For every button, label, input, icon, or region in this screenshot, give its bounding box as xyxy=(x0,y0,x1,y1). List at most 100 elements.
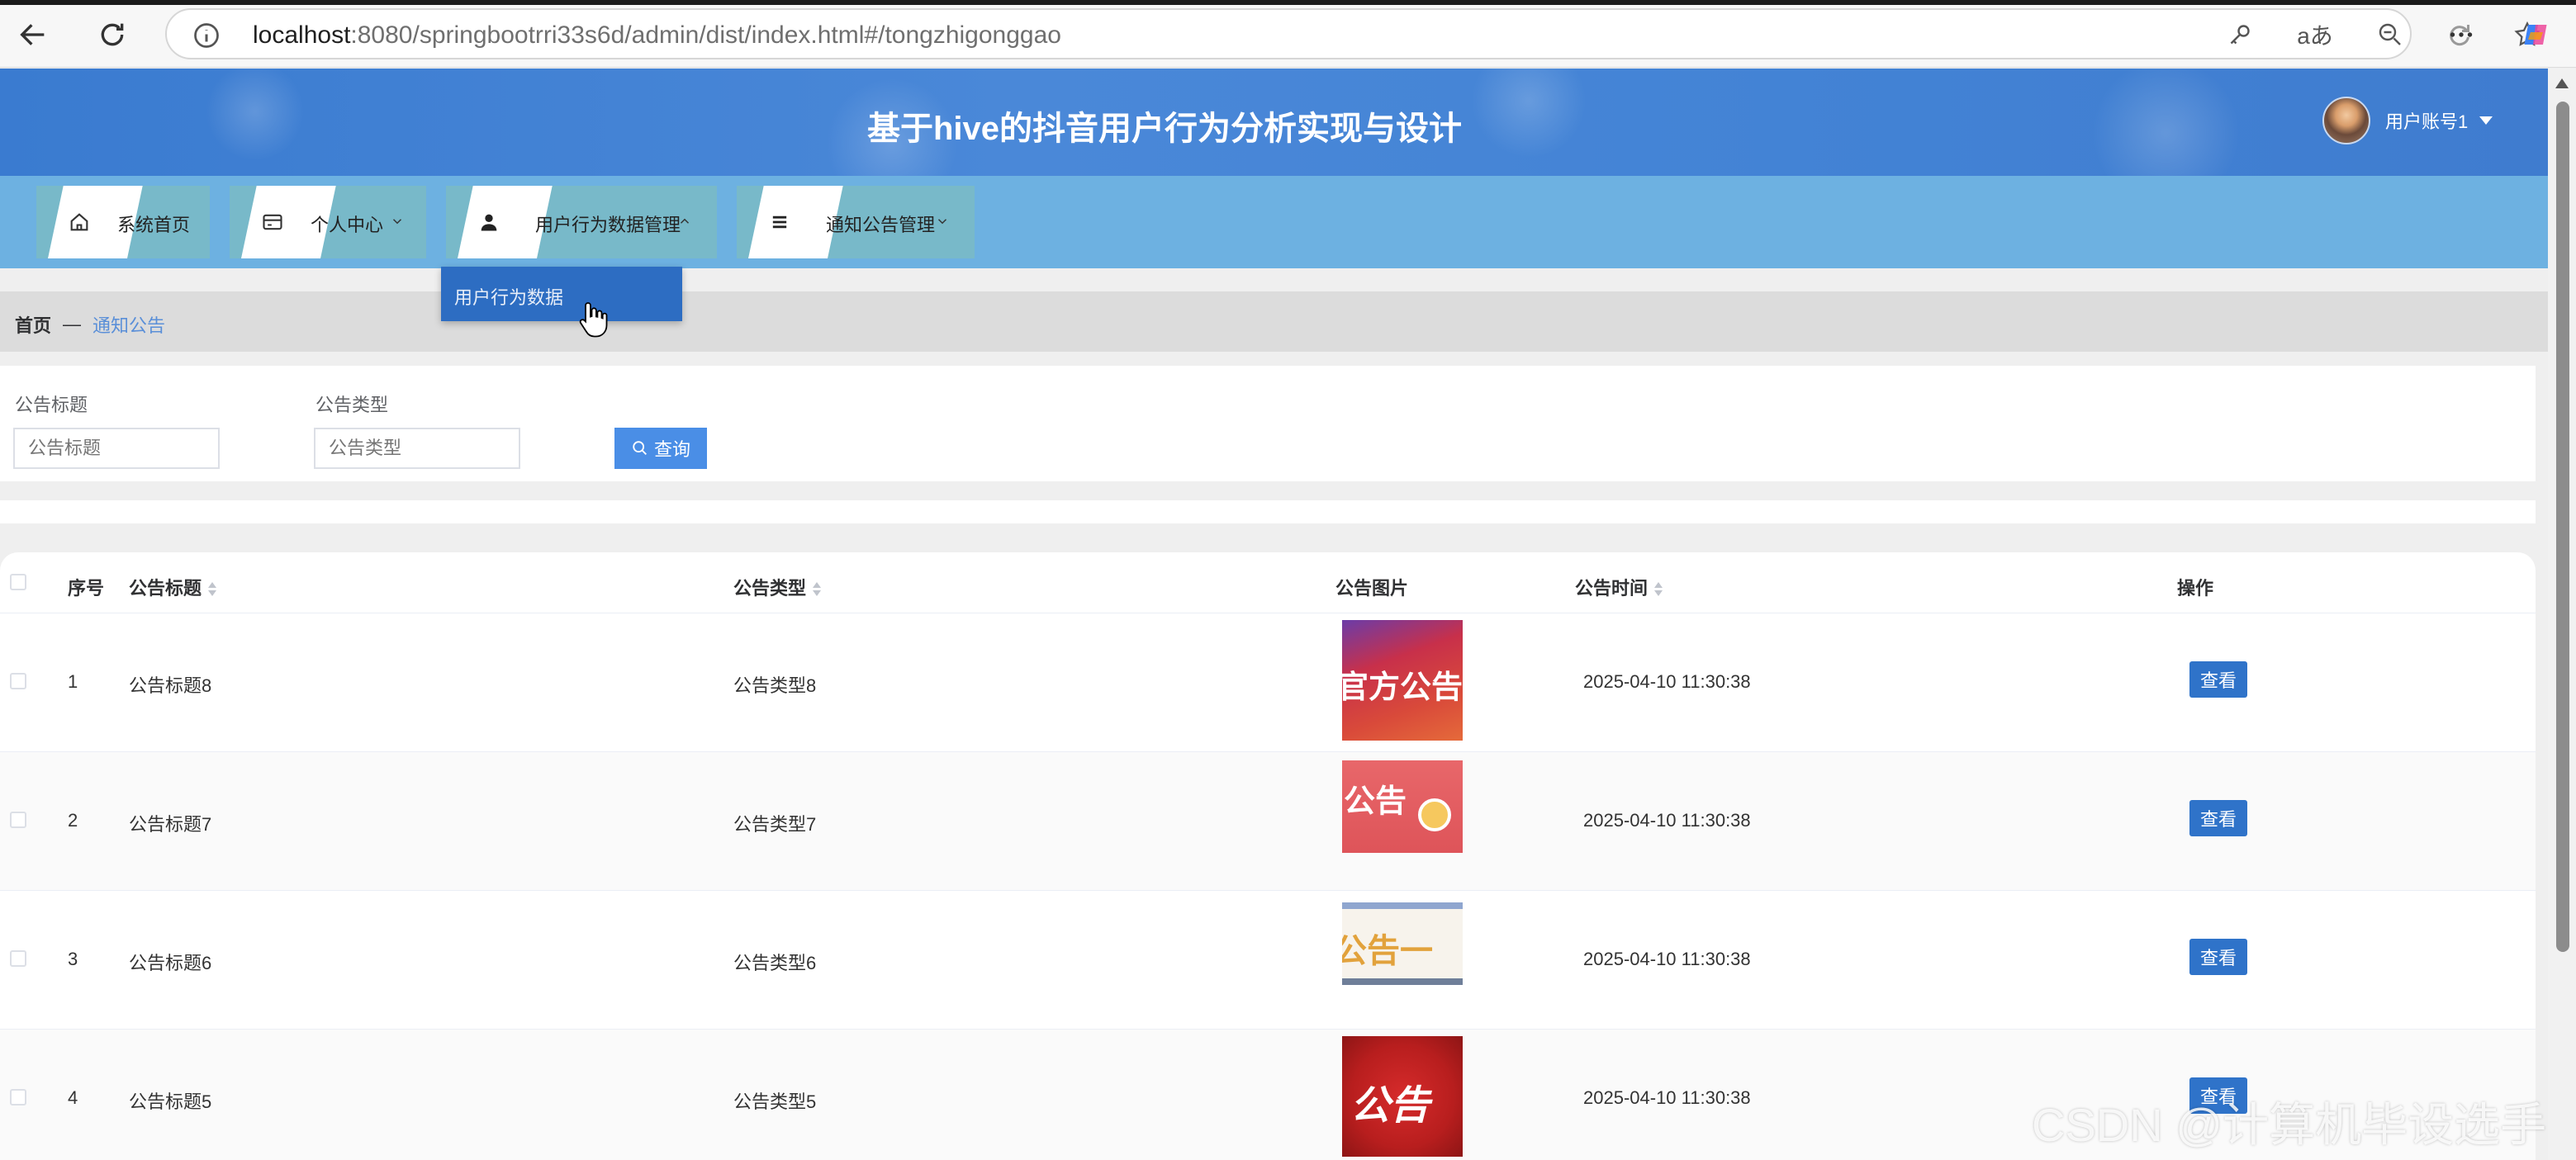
arrow-left-icon xyxy=(20,24,45,45)
view-button[interactable]: 查看 xyxy=(2189,939,2247,975)
type-search-input[interactable] xyxy=(314,428,520,469)
notice-image-text: 公告 xyxy=(1344,784,1407,819)
breadcrumb-trail: 首页 — 通知公告 xyxy=(15,311,165,338)
row-time: 2025-04-10 11:30:38 xyxy=(1583,1087,1751,1108)
back-button[interactable] xyxy=(10,12,56,58)
reload-button[interactable] xyxy=(89,12,135,58)
select-all-checkbox[interactable] xyxy=(10,574,26,590)
column-time-label: 公告时间 xyxy=(1575,578,1649,599)
row-time: 2025-04-10 11:30:38 xyxy=(1583,949,1751,969)
card-icon xyxy=(258,207,287,237)
list-icon xyxy=(765,207,795,237)
breadcrumb-separator: — xyxy=(63,314,82,334)
copilot-button[interactable] xyxy=(2519,18,2552,51)
row-checkbox[interactable] xyxy=(10,673,26,689)
scroll-up-arrow-icon[interactable] xyxy=(2555,78,2569,88)
breadcrumb-current: 通知公告 xyxy=(93,315,166,336)
row-index: 4 xyxy=(68,1087,78,1108)
page-scrollbar[interactable] xyxy=(2548,69,2576,1160)
row-time: 2025-04-10 11:30:38 xyxy=(1583,671,1751,692)
table-header: 序号 公告标题 公告类型 公告图片 公告时间 操作 xyxy=(0,552,2536,613)
table-row: 3 公告标题6 公告类型6 公告一 2025-04-10 11:30:38 查看 xyxy=(0,891,2536,1030)
nav-item-notice[interactable]: 通知公告管理 xyxy=(737,186,975,258)
row-title: 公告标题6 xyxy=(129,953,212,973)
url-path: :8080/springbootrri33s6d/admin/dist/inde… xyxy=(350,21,1061,49)
url-host: localhost xyxy=(253,21,351,49)
table-row: 1 公告标题8 公告类型8 官方公告 2025-04-10 11:30:38 查… xyxy=(0,613,2536,752)
notice-image-text: 公告一 xyxy=(1342,933,1433,969)
title-search-input[interactable] xyxy=(13,428,220,469)
breadcrumb: 首页 — 通知公告 xyxy=(0,291,2548,352)
hand-cursor-icon xyxy=(579,302,608,338)
query-button[interactable]: 查询 xyxy=(614,428,707,469)
watermark: CSDN @计算机毕设选手 xyxy=(2032,1099,2547,1151)
user-icon xyxy=(474,207,504,237)
sort-icon[interactable] xyxy=(208,580,217,599)
column-action: 操作 xyxy=(2177,578,2214,599)
user-menu[interactable]: 用户账号1 xyxy=(2322,97,2493,144)
chevron-down-icon xyxy=(937,219,947,225)
sort-icon[interactable] xyxy=(813,580,822,599)
row-checkbox[interactable] xyxy=(10,1089,26,1106)
chevron-down-icon xyxy=(392,219,402,225)
dropdown-item-behavior-data[interactable]: 用户行为数据 xyxy=(454,283,563,310)
nav-item-label: 系统首页 xyxy=(117,215,191,235)
zoom-out-icon xyxy=(2379,23,2401,45)
nav-item-label: 用户行为数据管理 xyxy=(535,215,681,235)
column-time[interactable]: 公告时间 xyxy=(1575,574,1663,600)
notice-table: 序号 公告标题 公告类型 公告图片 公告时间 操作 1 公告标题8 公告类型8 … xyxy=(0,552,2536,1160)
column-title[interactable]: 公告标题 xyxy=(129,574,217,600)
notice-image-text: 公告 xyxy=(1350,1084,1430,1128)
home-icon xyxy=(64,207,94,237)
password-key-button[interactable] xyxy=(2223,18,2256,51)
nav-item-behavior-data[interactable]: 用户行为数据管理 xyxy=(446,186,717,258)
search-panel: 公告标题 公告类型 查询 xyxy=(0,366,2536,481)
row-time: 2025-04-10 11:30:38 xyxy=(1583,810,1751,831)
user-name: 用户账号1 xyxy=(2385,111,2469,132)
nav-item-home[interactable]: 系统首页 xyxy=(36,186,210,258)
info-icon[interactable] xyxy=(192,21,221,50)
nav-item-profile[interactable]: 个人中心 xyxy=(230,186,426,258)
translate-button[interactable]: aあ xyxy=(2294,18,2336,51)
avatar xyxy=(2322,97,2370,144)
column-type-label: 公告类型 xyxy=(733,578,807,599)
nav-item-label: 个人中心 xyxy=(311,215,384,235)
notice-image[interactable]: 官方公告 xyxy=(1342,620,1463,741)
notice-image[interactable]: 公告一 xyxy=(1342,902,1463,985)
toolbar-strip xyxy=(0,500,2536,523)
more-dots-icon xyxy=(2450,32,2473,37)
megaphone-icon xyxy=(1418,798,1451,831)
page-title: 基于hive的抖音用户行为分析实现与设计 xyxy=(866,111,1463,147)
row-type: 公告类型8 xyxy=(733,675,817,696)
view-button[interactable]: 查看 xyxy=(2189,800,2247,836)
row-checkbox[interactable] xyxy=(10,950,26,967)
sort-icon[interactable] xyxy=(1654,580,1663,599)
notice-image[interactable]: 公告 xyxy=(1342,760,1463,853)
row-checkbox[interactable] xyxy=(10,812,26,828)
app-header: 基于hive的抖音用户行为分析实现与设计 用户账号1 xyxy=(0,69,2548,176)
screen: localhost:8080/springbootrri33s6d/admin/… xyxy=(0,0,2576,1160)
column-index: 序号 xyxy=(68,578,105,599)
behavior-data-dropdown: 用户行为数据 xyxy=(441,267,682,321)
row-type: 公告类型6 xyxy=(733,953,817,973)
notice-image-text: 官方公告 xyxy=(1342,670,1463,705)
view-button[interactable]: 查看 xyxy=(2189,661,2247,698)
app-page: 基于hive的抖音用户行为分析实现与设计 用户账号1 系统首页 个人中心 用户行… xyxy=(0,69,2548,1160)
row-index: 3 xyxy=(68,949,78,969)
url-text: localhost:8080/springbootrri33s6d/admin/… xyxy=(253,20,1061,51)
notice-image[interactable]: 公告 xyxy=(1342,1036,1463,1157)
reload-icon xyxy=(101,23,124,46)
column-image: 公告图片 xyxy=(1335,578,1409,599)
row-index: 2 xyxy=(68,810,78,831)
column-type[interactable]: 公告类型 xyxy=(733,574,822,600)
breadcrumb-home[interactable]: 首页 xyxy=(15,311,51,338)
window-top-edge xyxy=(0,0,2576,5)
address-bar[interactable]: localhost:8080/springbootrri33s6d/admin/… xyxy=(165,8,2540,59)
more-menu-button[interactable] xyxy=(2445,18,2478,51)
row-type: 公告类型7 xyxy=(733,814,817,835)
zoom-button[interactable] xyxy=(2374,18,2407,51)
scrollbar-thumb[interactable] xyxy=(2556,102,2569,952)
copilot-icon xyxy=(2524,25,2547,45)
search-icon xyxy=(633,441,647,455)
column-title-label: 公告标题 xyxy=(129,578,202,599)
